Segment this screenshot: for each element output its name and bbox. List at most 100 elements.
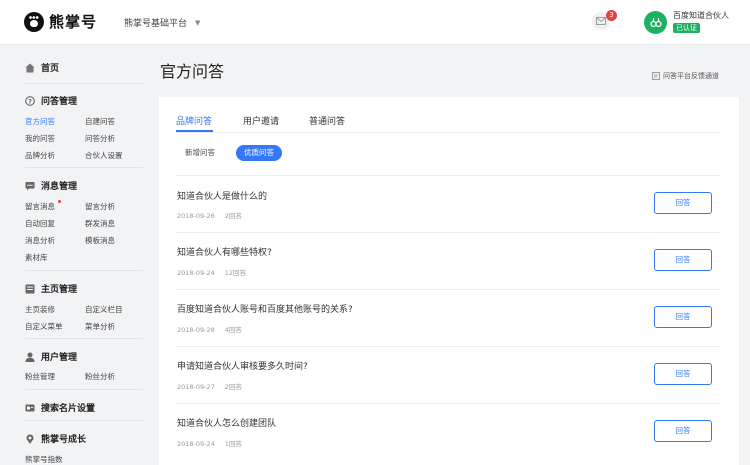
top-header: 熊掌号 熊掌号基础平台 ▼ 3 百度知道合伙人 已认证 — [0, 0, 750, 45]
sidebar-item-fan-analysis[interactable]: 粉丝分析 — [85, 371, 115, 382]
unread-dot — [58, 200, 61, 203]
question-date: 2018-09-27 — [177, 383, 215, 391]
mail-badge: 3 — [606, 10, 617, 21]
answer-button[interactable]: 回答 — [654, 192, 712, 214]
answer-count: 2回答 — [224, 383, 242, 391]
question-title[interactable]: 申请知道合伙人审核要多久时间? — [177, 359, 308, 372]
user-icon — [25, 352, 35, 362]
divider — [176, 346, 721, 347]
svg-text:?: ? — [28, 97, 32, 105]
answer-button[interactable]: 回答 — [654, 306, 712, 328]
feedback-link[interactable]: 问答平台反馈通道 — [652, 71, 719, 81]
qa-icon: ? — [25, 95, 35, 106]
question-date: 2018-09-24 — [177, 269, 215, 277]
growth-icon — [26, 434, 34, 444]
divider — [176, 289, 721, 290]
section-message[interactable]: 消息管理 — [25, 179, 77, 192]
divider — [25, 338, 143, 339]
answer-count: 4回答 — [224, 326, 242, 334]
section-user-title: 用户管理 — [41, 353, 78, 363]
platform-selector[interactable]: 熊掌号基础平台 ▼ — [124, 16, 201, 30]
sidebar-item-official-qa[interactable]: 官方问答 — [25, 116, 55, 127]
sidebar-item-custom-menu[interactable]: 自定义菜单 — [25, 321, 63, 332]
section-user[interactable]: 用户管理 — [25, 350, 77, 363]
question-title[interactable]: 知道合伙人有哪些特权? — [177, 245, 272, 258]
paw-icon — [24, 11, 44, 32]
sidebar-item-partner-settings[interactable]: 合伙人设置 — [85, 150, 123, 161]
sidebar-item-broadcast[interactable]: 群发消息 — [85, 218, 115, 229]
answer-button[interactable]: 回答 — [654, 420, 712, 442]
partner-logo-icon — [649, 17, 662, 27]
section-growth[interactable]: 熊掌号成长 — [25, 432, 86, 445]
filter-quality-qa[interactable]: 优质问答 — [236, 145, 282, 161]
active-tab-indicator — [176, 130, 213, 132]
answer-button[interactable]: 回答 — [654, 249, 712, 271]
question-title[interactable]: 知道合伙人是做什么的 — [177, 189, 267, 202]
section-homepage-title: 主页管理 — [41, 285, 78, 295]
sidebar-item-material-library[interactable]: 素材库 — [25, 252, 48, 263]
answer-count: 1回答 — [224, 440, 242, 448]
sidebar-item-template-message[interactable]: 模板消息 — [85, 235, 115, 246]
question-title[interactable]: 知道合伙人怎么创建团队 — [177, 416, 276, 429]
section-qa-title: 问答管理 — [41, 97, 78, 107]
homepage-icon — [25, 284, 35, 293]
sidebar-item-comments[interactable]: 留言消息 — [25, 201, 55, 212]
page-title: 官方问答 — [160, 62, 225, 81]
question-date: 2018-09-28 — [177, 326, 215, 334]
verified-badge: 已认证 — [673, 23, 700, 33]
divider — [25, 270, 143, 271]
tab-user-invite[interactable]: 用户邀请 — [243, 114, 279, 127]
sidebar-item-qa-analysis[interactable]: 问答分析 — [85, 133, 115, 144]
section-message-title: 消息管理 — [41, 182, 78, 192]
sidebar-item-message-analysis[interactable]: 消息分析 — [25, 235, 55, 246]
divider — [25, 420, 143, 421]
home-label: 首页 — [41, 64, 60, 74]
sidebar-item-home[interactable]: 首页 — [25, 61, 59, 74]
section-homepage[interactable]: 主页管理 — [25, 282, 77, 295]
sidebar-item-bear-index[interactable]: 熊掌号指数 — [25, 454, 63, 465]
sidebar-item-homepage-decor[interactable]: 主页装修 — [25, 304, 55, 315]
sidebar-item-brand-analysis[interactable]: 品牌分析 — [25, 150, 55, 161]
sidebar-item-fan-management[interactable]: 粉丝管理 — [25, 371, 55, 382]
section-growth-title: 熊掌号成长 — [41, 435, 87, 445]
home-icon — [25, 63, 35, 72]
tab-divider — [176, 132, 721, 133]
filter-new-qa[interactable]: 新增问答 — [176, 145, 223, 161]
user-name[interactable]: 百度知道合伙人 — [673, 10, 729, 21]
content-card: 品牌问答 用户邀请 普通问答 新增问答 优质问答 知道合伙人是做什么的 2018… — [159, 97, 739, 465]
card-icon — [25, 404, 35, 411]
answer-count: 12回答 — [224, 269, 247, 277]
avatar[interactable] — [644, 11, 667, 34]
sidebar-item-custom-column[interactable]: 自定义栏目 — [85, 304, 123, 315]
tab-general-qa[interactable]: 普通问答 — [309, 114, 345, 127]
question-meta: 2018-09-27 2回答 — [177, 381, 242, 391]
sidebar: 首页 ? 问答管理 官方问答 自建问答 我的问答 问答分析 品牌分析 合伙人设置… — [0, 45, 143, 465]
logo-text: 熊掌号 — [49, 13, 98, 31]
section-search-card[interactable]: 搜索名片设置 — [25, 401, 95, 414]
question-title[interactable]: 百度知道合伙人账号和百度其他账号的关系? — [177, 302, 353, 315]
answer-count: 2回答 — [224, 212, 242, 220]
mail-icon — [596, 17, 606, 25]
sidebar-item-comment-analysis[interactable]: 留言分析 — [85, 201, 115, 212]
answer-button[interactable]: 回答 — [654, 363, 712, 385]
section-qa[interactable]: ? 问答管理 — [25, 94, 77, 107]
question-meta: 2018-09-24 12回答 — [177, 267, 246, 277]
section-search-card-title: 搜索名片设置 — [41, 404, 96, 414]
caret-down-icon: ▼ — [195, 18, 201, 27]
logo[interactable]: 熊掌号 — [24, 11, 97, 32]
question-meta: 2018-09-24 1回答 — [177, 438, 242, 448]
question-meta: 2018-09-28 4回答 — [177, 324, 242, 334]
question-date: 2018-09-24 — [177, 440, 215, 448]
sidebar-item-custom-qa[interactable]: 自建问答 — [85, 116, 115, 127]
sidebar-item-my-qa[interactable]: 我的问答 — [25, 133, 55, 144]
feedback-icon — [652, 72, 660, 80]
divider — [176, 403, 721, 404]
tab-brand-qa[interactable]: 品牌问答 — [176, 114, 212, 127]
divider — [25, 83, 143, 84]
divider — [176, 175, 721, 176]
sidebar-item-auto-reply[interactable]: 自动回复 — [25, 218, 55, 229]
feedback-label: 问答平台反馈通道 — [663, 72, 719, 80]
divider — [25, 389, 143, 390]
sidebar-item-menu-analysis[interactable]: 菜单分析 — [85, 321, 115, 332]
question-meta: 2018-09-26 2回答 — [177, 210, 242, 220]
